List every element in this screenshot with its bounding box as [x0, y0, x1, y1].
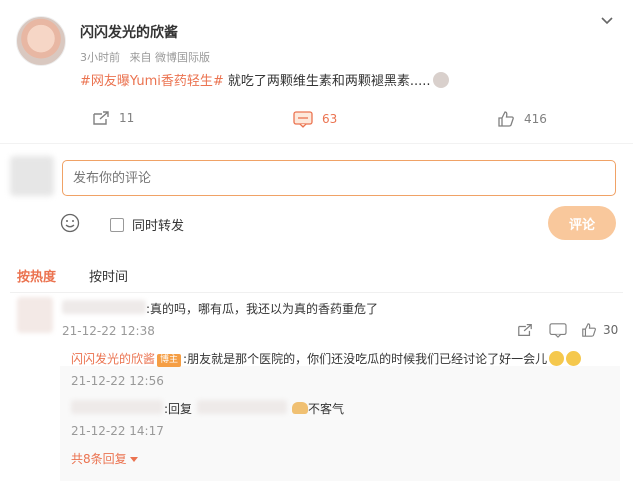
comment-text: :真的吗，哪有瓜，我还以为真的香药重危了 — [146, 302, 379, 316]
reply-text-suffix: 不客气 — [308, 402, 345, 416]
checkbox-icon[interactable] — [110, 217, 124, 232]
reply-item: 闪闪发光的欣酱 博主:朋友就是那个医院的，你们还没吃瓜的时候我们已经讨论了好一会儿 — [71, 350, 582, 367]
submit-comment-button[interactable]: 评论 — [548, 206, 616, 240]
emoji-icon — [432, 72, 449, 88]
repost-icon[interactable] — [517, 322, 533, 338]
emoji-icon — [549, 351, 565, 366]
thumbs-up-icon — [498, 111, 514, 127]
reply-prefix: :回复 — [164, 402, 193, 416]
caret-down-icon — [130, 457, 139, 462]
emoji-picker-icon[interactable] — [60, 213, 80, 237]
repost-checkbox[interactable]: 同时转发 — [110, 215, 184, 234]
comment-time: 21-12-22 12:38 — [62, 324, 155, 338]
like-count: 416 — [524, 112, 547, 126]
comment-button[interactable]: 63 — [293, 110, 337, 128]
commenter-avatar[interactable] — [17, 297, 53, 333]
chevron-down-icon[interactable] — [596, 10, 618, 32]
comment-icon[interactable] — [549, 322, 567, 338]
reply-text: 不客气 — [290, 400, 344, 417]
author-badge: 博主 — [157, 354, 182, 367]
comment-count: 63 — [322, 112, 338, 126]
author-name[interactable]: 闪闪发光的欣酱 — [80, 22, 178, 42]
comment-actions: 30 — [517, 322, 618, 338]
reply-time: 21-12-22 12:56 — [71, 374, 164, 388]
tabs-divider — [10, 292, 623, 293]
repost-checkbox-label: 同时转发 — [132, 219, 185, 234]
reply-target-name[interactable] — [197, 400, 287, 414]
user-avatar — [10, 156, 54, 196]
tab-hot[interactable]: 按热度 — [17, 266, 56, 285]
post-meta: 3小时前 来自 微博国际版 — [80, 49, 210, 65]
more-replies-label: 共8条回复 — [71, 452, 127, 466]
repost-icon — [93, 111, 109, 125]
post-time[interactable]: 3小时前 — [80, 51, 120, 64]
repost-button[interactable]: 11 — [92, 110, 134, 126]
comment-icon — [293, 111, 313, 128]
tab-time[interactable]: 按时间 — [89, 266, 128, 285]
emoji-icon — [566, 351, 582, 366]
more-replies-link[interactable]: 共8条回复 — [71, 450, 139, 467]
commenter-name[interactable] — [62, 300, 146, 314]
repost-count: 11 — [119, 111, 135, 125]
reply-time: 21-12-22 14:17 — [71, 424, 164, 438]
post-body: 就吃了两颗维生素和两颗褪黑素..... — [223, 74, 431, 89]
reply-author[interactable] — [71, 400, 163, 414]
like-button[interactable]: 416 — [497, 110, 547, 128]
post-source: 来自 微博国际版 — [129, 51, 211, 64]
post-text: #网友曝Yumi香药轻生# 就吃了两颗维生素和两颗褪黑素..... — [80, 70, 449, 89]
thumbs-up-icon[interactable] — [581, 322, 597, 338]
divider — [0, 143, 633, 144]
author-avatar[interactable] — [16, 16, 66, 66]
comment-input[interactable] — [62, 160, 616, 196]
comment-like-count: 30 — [603, 323, 619, 337]
post-hashtag[interactable]: #网友曝Yumi香药轻生# — [80, 74, 224, 89]
reply-text: :朋友就是那个医院的，你们还没吃瓜的时候我们已经讨论了好一会儿 — [183, 352, 548, 366]
reply-author[interactable]: 闪闪发光的欣酱 — [71, 352, 155, 366]
hands-emoji-icon — [292, 402, 308, 414]
